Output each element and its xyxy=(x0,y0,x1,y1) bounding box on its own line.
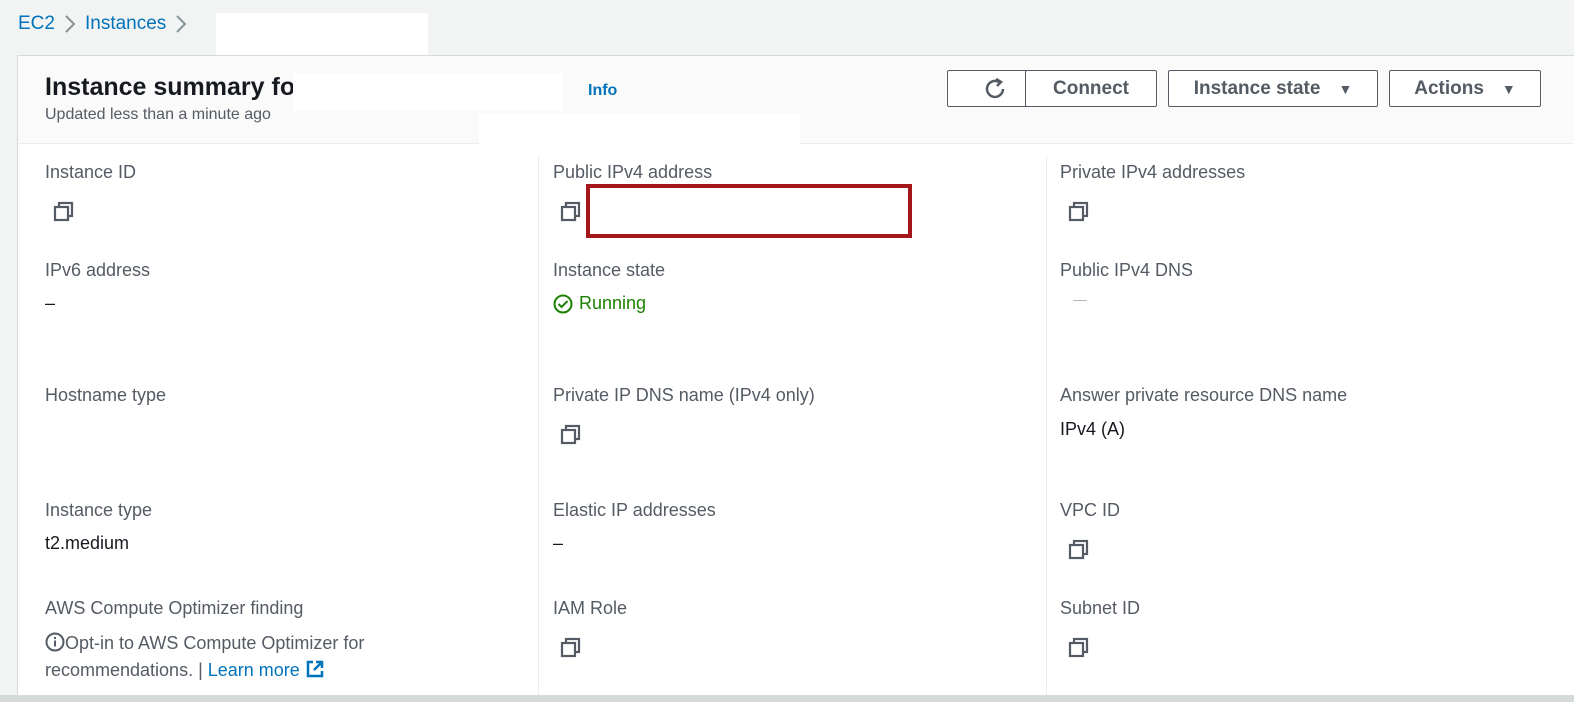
elastic-ip-label: Elastic IP addresses xyxy=(553,500,716,520)
public-ipv4-dns-label: Public IPv4 DNS xyxy=(1060,260,1194,280)
instance-summary-panel: Instance summary for Updated less than a… xyxy=(17,55,1574,697)
copy-public-ipv4-icon[interactable] xyxy=(560,201,582,223)
hostname-type-label: Hostname type xyxy=(45,385,167,405)
instance-state-dropdown[interactable]: Instance state ▼ xyxy=(1168,70,1378,107)
instance-id-label: Instance ID xyxy=(45,162,137,182)
breadcrumb-instances-link[interactable]: Instances xyxy=(85,13,166,35)
actions-dropdown-label: Actions xyxy=(1414,77,1484,99)
redacted-instance-name xyxy=(293,73,563,111)
instance-type-value: t2.medium xyxy=(45,533,130,553)
connect-button[interactable]: Connect xyxy=(1025,70,1157,107)
instance-state-dropdown-label: Instance state xyxy=(1193,77,1321,99)
column-divider xyxy=(538,156,539,696)
external-link-icon xyxy=(306,660,324,678)
breadcrumb: EC2 Instances xyxy=(18,11,196,37)
caret-down-icon: ▼ xyxy=(1338,80,1353,97)
copy-private-ipv4-icon[interactable] xyxy=(1068,201,1090,223)
iam-role-label: IAM Role xyxy=(553,598,628,618)
instance-state-label: Instance state xyxy=(553,260,666,280)
copy-vpc-id-icon[interactable] xyxy=(1068,539,1090,561)
learn-more-label: Learn more xyxy=(207,660,300,680)
copy-subnet-id-icon[interactable] xyxy=(1068,637,1090,659)
subnet-id-label: Subnet ID xyxy=(1060,598,1141,618)
info-link[interactable]: Info xyxy=(588,82,617,100)
caret-down-icon: ▼ xyxy=(1501,80,1516,97)
last-updated-text: Updated less than a minute ago xyxy=(45,106,271,123)
copy-private-ip-dns-icon[interactable] xyxy=(560,424,582,446)
answer-dns-label: Answer private resource DNS name xyxy=(1060,385,1348,405)
instance-type-label: Instance type xyxy=(45,500,153,520)
answer-dns-value: IPv4 (A) xyxy=(1060,419,1126,439)
learn-more-link[interactable]: Learn more xyxy=(208,660,325,680)
redacted-instance-crumb xyxy=(216,13,428,55)
copy-instance-id-icon[interactable] xyxy=(53,201,75,223)
ipv6-address-value: – xyxy=(45,293,56,313)
instance-state-value: Running xyxy=(579,293,647,313)
chevron-right-icon xyxy=(166,13,196,35)
connect-button-label: Connect xyxy=(1053,77,1129,99)
copy-iam-role-icon[interactable] xyxy=(560,637,582,659)
refresh-icon xyxy=(985,77,1005,98)
public-ipv4-dns-empty-dash xyxy=(1073,300,1087,301)
vpc-id-label: VPC ID xyxy=(1060,500,1121,520)
info-circle-icon xyxy=(45,632,65,652)
breadcrumb-ec2-link[interactable]: EC2 xyxy=(18,13,55,35)
redacted-instance-name-2 xyxy=(479,114,800,149)
bottom-edge xyxy=(0,695,1574,702)
private-ip-dns-label: Private IP DNS name (IPv4 only) xyxy=(553,385,815,405)
private-ipv4-label: Private IPv4 addresses xyxy=(1060,162,1246,182)
chevron-right-icon xyxy=(55,13,85,35)
ipv6-address-label: IPv6 address xyxy=(45,260,151,280)
elastic-ip-value: – xyxy=(553,533,564,553)
public-ipv4-label: Public IPv4 address xyxy=(553,162,713,182)
public-ipv4-highlight-box xyxy=(586,184,912,238)
actions-dropdown[interactable]: Actions ▼ xyxy=(1389,70,1541,107)
instance-state-status: Running xyxy=(553,293,646,314)
page-title: Instance summary for xyxy=(45,73,305,101)
column-divider xyxy=(1046,156,1047,696)
compute-optimizer-finding: Opt-in to AWS Compute Optimizer for reco… xyxy=(45,630,465,684)
check-circle-icon xyxy=(553,294,573,313)
compute-optimizer-label: AWS Compute Optimizer finding xyxy=(45,598,304,618)
